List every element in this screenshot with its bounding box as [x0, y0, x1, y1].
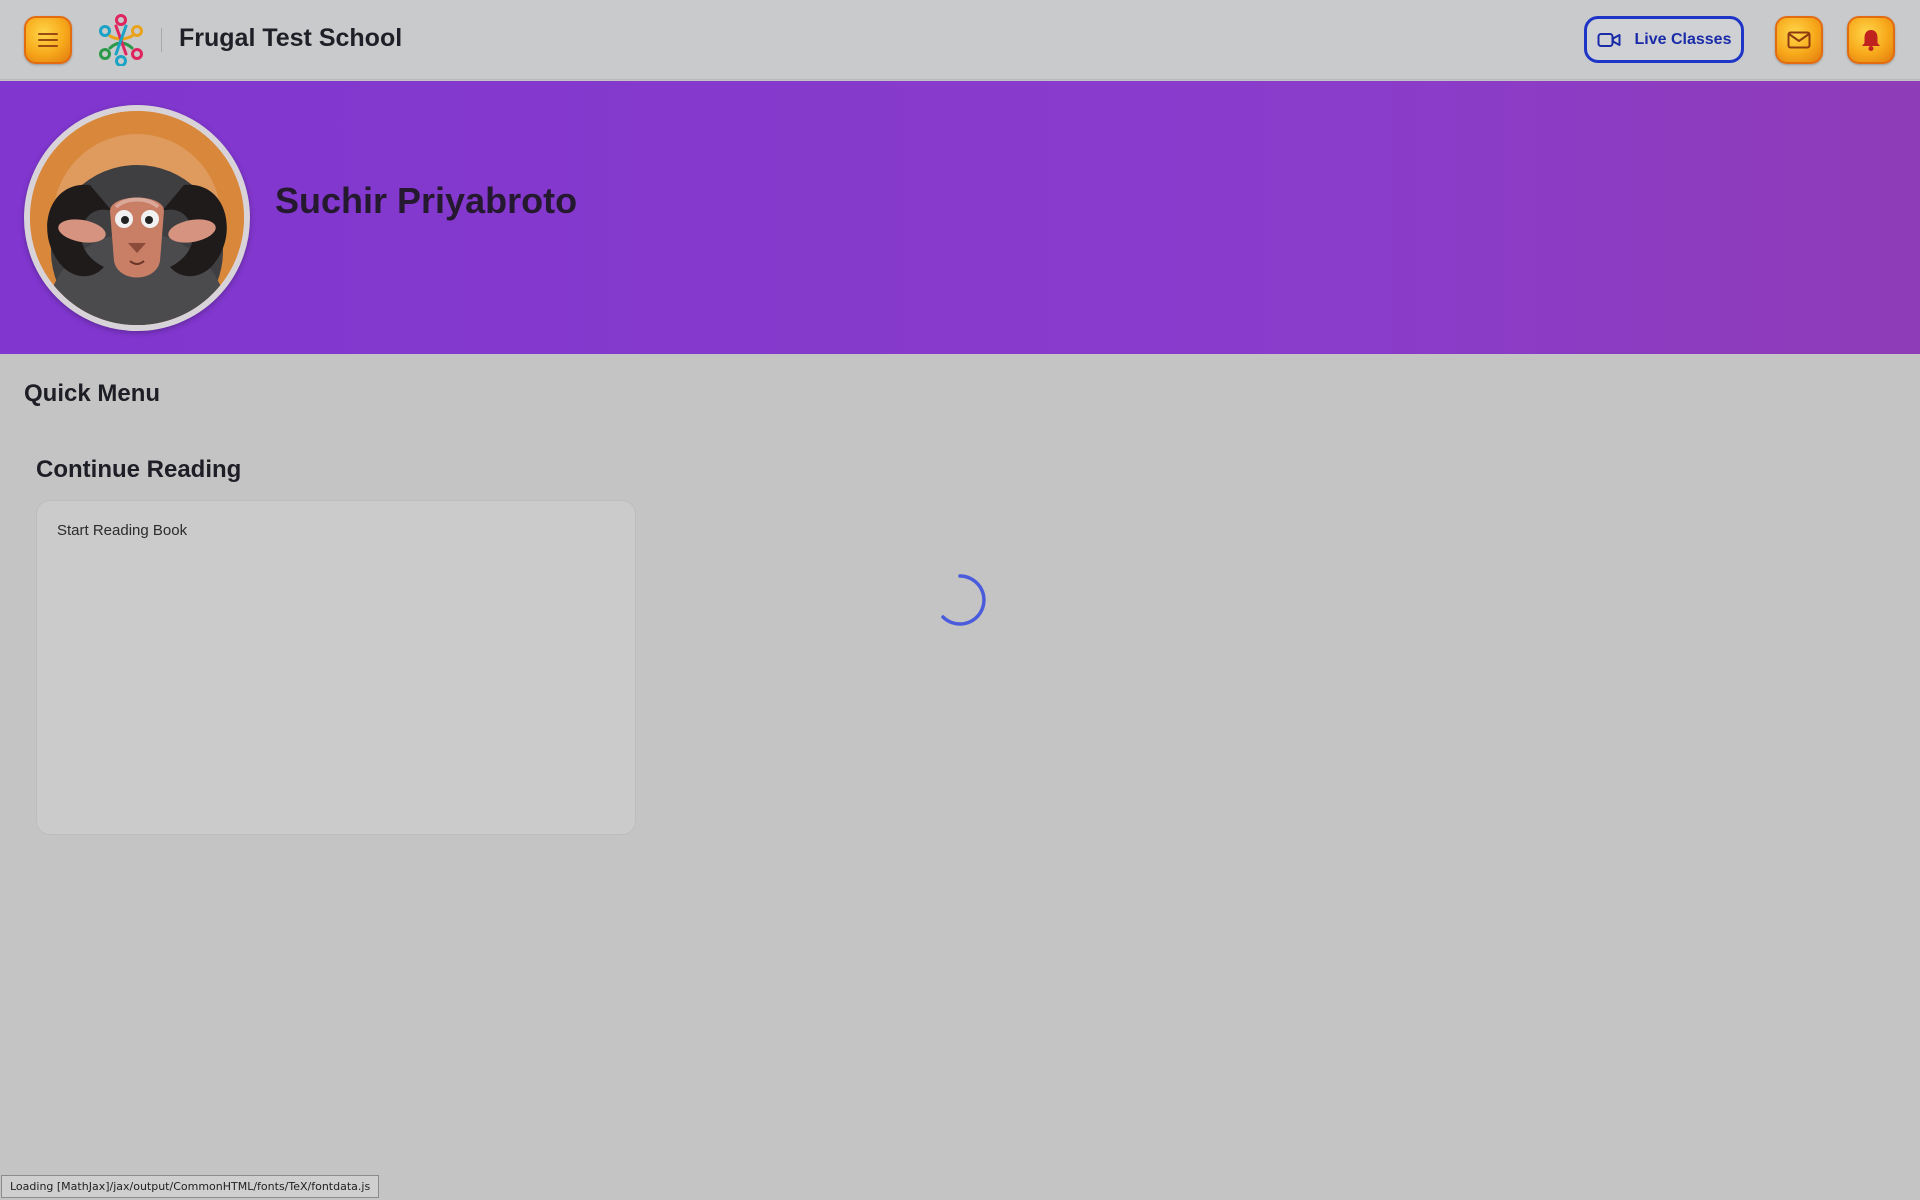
notifications-button[interactable] [1847, 16, 1895, 64]
loading-spinner-icon [941, 574, 986, 626]
continue-reading-card[interactable]: Start Reading Book [36, 500, 636, 835]
quick-menu-title: Quick Menu [24, 380, 161, 407]
status-bar: Loading [MathJax]/jax/output/CommonHTML/… [1, 1175, 380, 1198]
messages-button[interactable] [1775, 16, 1823, 64]
school-logo[interactable] [96, 14, 146, 66]
continue-reading-title: Continue Reading [36, 456, 242, 483]
live-classes-button[interactable]: Live Classes [1584, 16, 1744, 63]
video-camera-icon [1597, 32, 1621, 47]
envelope-icon [1787, 31, 1811, 49]
bell-icon [1862, 30, 1880, 51]
menu-button[interactable] [24, 16, 72, 64]
profile-name: Suchir Priyabroto [275, 180, 578, 221]
logo-divider [161, 28, 162, 52]
start-reading-text: Start Reading Book [57, 522, 188, 539]
ram-avatar-icon [30, 111, 244, 325]
school-name: Frugal Test School [179, 24, 403, 52]
top-bar: Frugal Test School Live Classes [0, 0, 1920, 80]
hamburger-icon [38, 33, 58, 47]
live-classes-label: Live Classes [1634, 30, 1732, 48]
profile-avatar[interactable] [24, 105, 250, 331]
